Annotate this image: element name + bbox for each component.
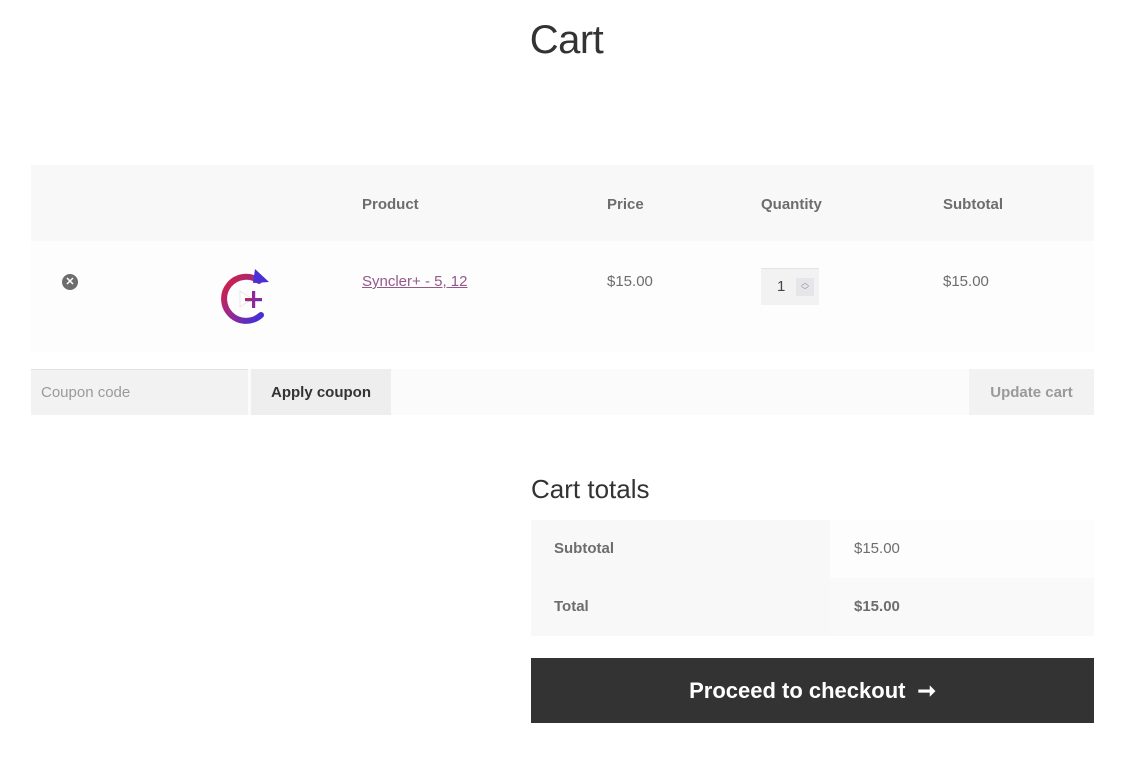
quantity-stepper[interactable]: 1 ︿ ﹀ — [761, 268, 819, 305]
totals-value: $15.00 — [830, 578, 1094, 636]
arrow-right-icon: ➞ — [917, 677, 936, 703]
cart-totals-table: Subtotal $15.00 Total $15.00 — [531, 520, 1094, 636]
header-quantity: Quantity — [761, 196, 822, 213]
remove-item-button[interactable]: ✕ — [62, 274, 78, 290]
cart-table-header: Product Price Quantity Subtotal — [31, 165, 1094, 241]
cart-actions: Apply coupon Update cart — [31, 369, 1094, 415]
totals-row-total: Total $15.00 — [531, 578, 1094, 636]
cart-item-row: ✕ Syncler+ - 5, 12 $15.00 1 ︿ ﹀ $15.00 — [31, 241, 1094, 352]
header-price: Price — [607, 196, 644, 213]
totals-label: Total — [531, 578, 830, 636]
quantity-spin-buttons[interactable]: ︿ ﹀ — [796, 278, 814, 296]
page-title: Cart — [529, 18, 604, 62]
totals-row-subtotal: Subtotal $15.00 — [531, 520, 1094, 578]
checkout-label: Proceed to checkout — [689, 677, 906, 703]
quantity-value[interactable]: 1 — [777, 278, 785, 295]
chevron-down-icon[interactable]: ﹀ — [801, 287, 809, 295]
cart-totals-title: Cart totals — [531, 474, 650, 504]
totals-value: $15.00 — [830, 520, 1094, 578]
apply-coupon-button[interactable]: Apply coupon — [251, 369, 391, 415]
close-icon: ✕ — [65, 275, 75, 288]
header-subtotal: Subtotal — [943, 196, 1003, 213]
proceed-to-checkout-button[interactable]: Proceed to checkout ➞ — [531, 658, 1094, 723]
coupon-code-input[interactable] — [31, 369, 248, 415]
product-thumbnail-icon[interactable] — [217, 265, 273, 329]
item-subtotal: $15.00 — [943, 273, 989, 290]
product-link[interactable]: Syncler+ - 5, 12 — [362, 273, 467, 290]
update-cart-button[interactable]: Update cart — [969, 369, 1094, 415]
totals-label: Subtotal — [531, 520, 830, 578]
header-product: Product — [362, 196, 419, 213]
item-price: $15.00 — [607, 273, 653, 290]
cart-table: Product Price Quantity Subtotal ✕ Syncle… — [31, 165, 1094, 352]
